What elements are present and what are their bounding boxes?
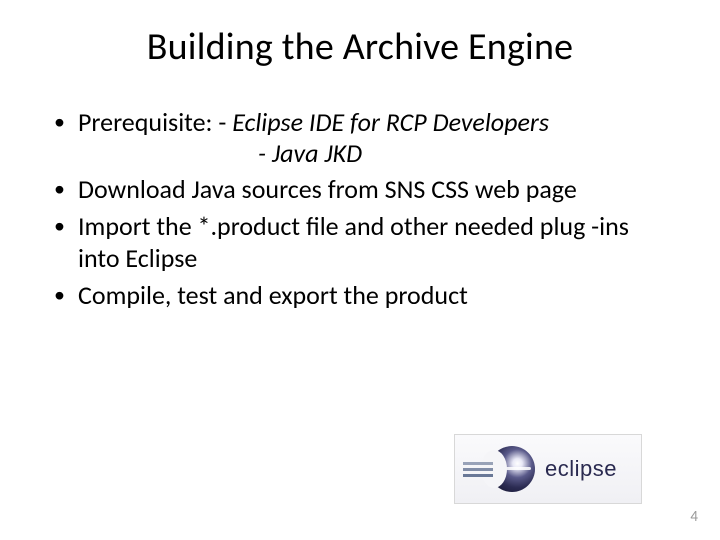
slide-body: Prerequisite: - Eclipse IDE for RCP Deve… bbox=[0, 70, 720, 311]
bullet-list: Prerequisite: - Eclipse IDE for RCP Deve… bbox=[50, 106, 670, 311]
prereq-item-1: Eclipse IDE for RCP Developers bbox=[232, 106, 549, 138]
eclipse-logo-orb-icon bbox=[489, 446, 535, 492]
bullet-prerequisite: Prerequisite: - Eclipse IDE for RCP Deve… bbox=[50, 106, 670, 169]
prereq-label: Prerequisite: - bbox=[78, 106, 232, 138]
page-number: 4 bbox=[690, 508, 698, 526]
prereq-item-2: - Java JKD bbox=[78, 137, 670, 170]
slide: Building the Archive Engine Prerequisite… bbox=[0, 0, 720, 540]
prereq-line-1: Prerequisite: - Eclipse IDE for RCP Deve… bbox=[78, 106, 670, 139]
eclipse-logo-stripes-icon bbox=[463, 462, 493, 477]
eclipse-logo-text: eclipse bbox=[545, 456, 617, 482]
bullet-download: Download Java sources from SNS CSS web p… bbox=[50, 173, 670, 206]
eclipse-logo: eclipse bbox=[454, 434, 642, 504]
slide-title: Building the Archive Engine bbox=[0, 0, 720, 70]
bullet-import: Import the *.product file and other need… bbox=[50, 210, 670, 275]
bullet-compile: Compile, test and export the product bbox=[50, 279, 670, 312]
